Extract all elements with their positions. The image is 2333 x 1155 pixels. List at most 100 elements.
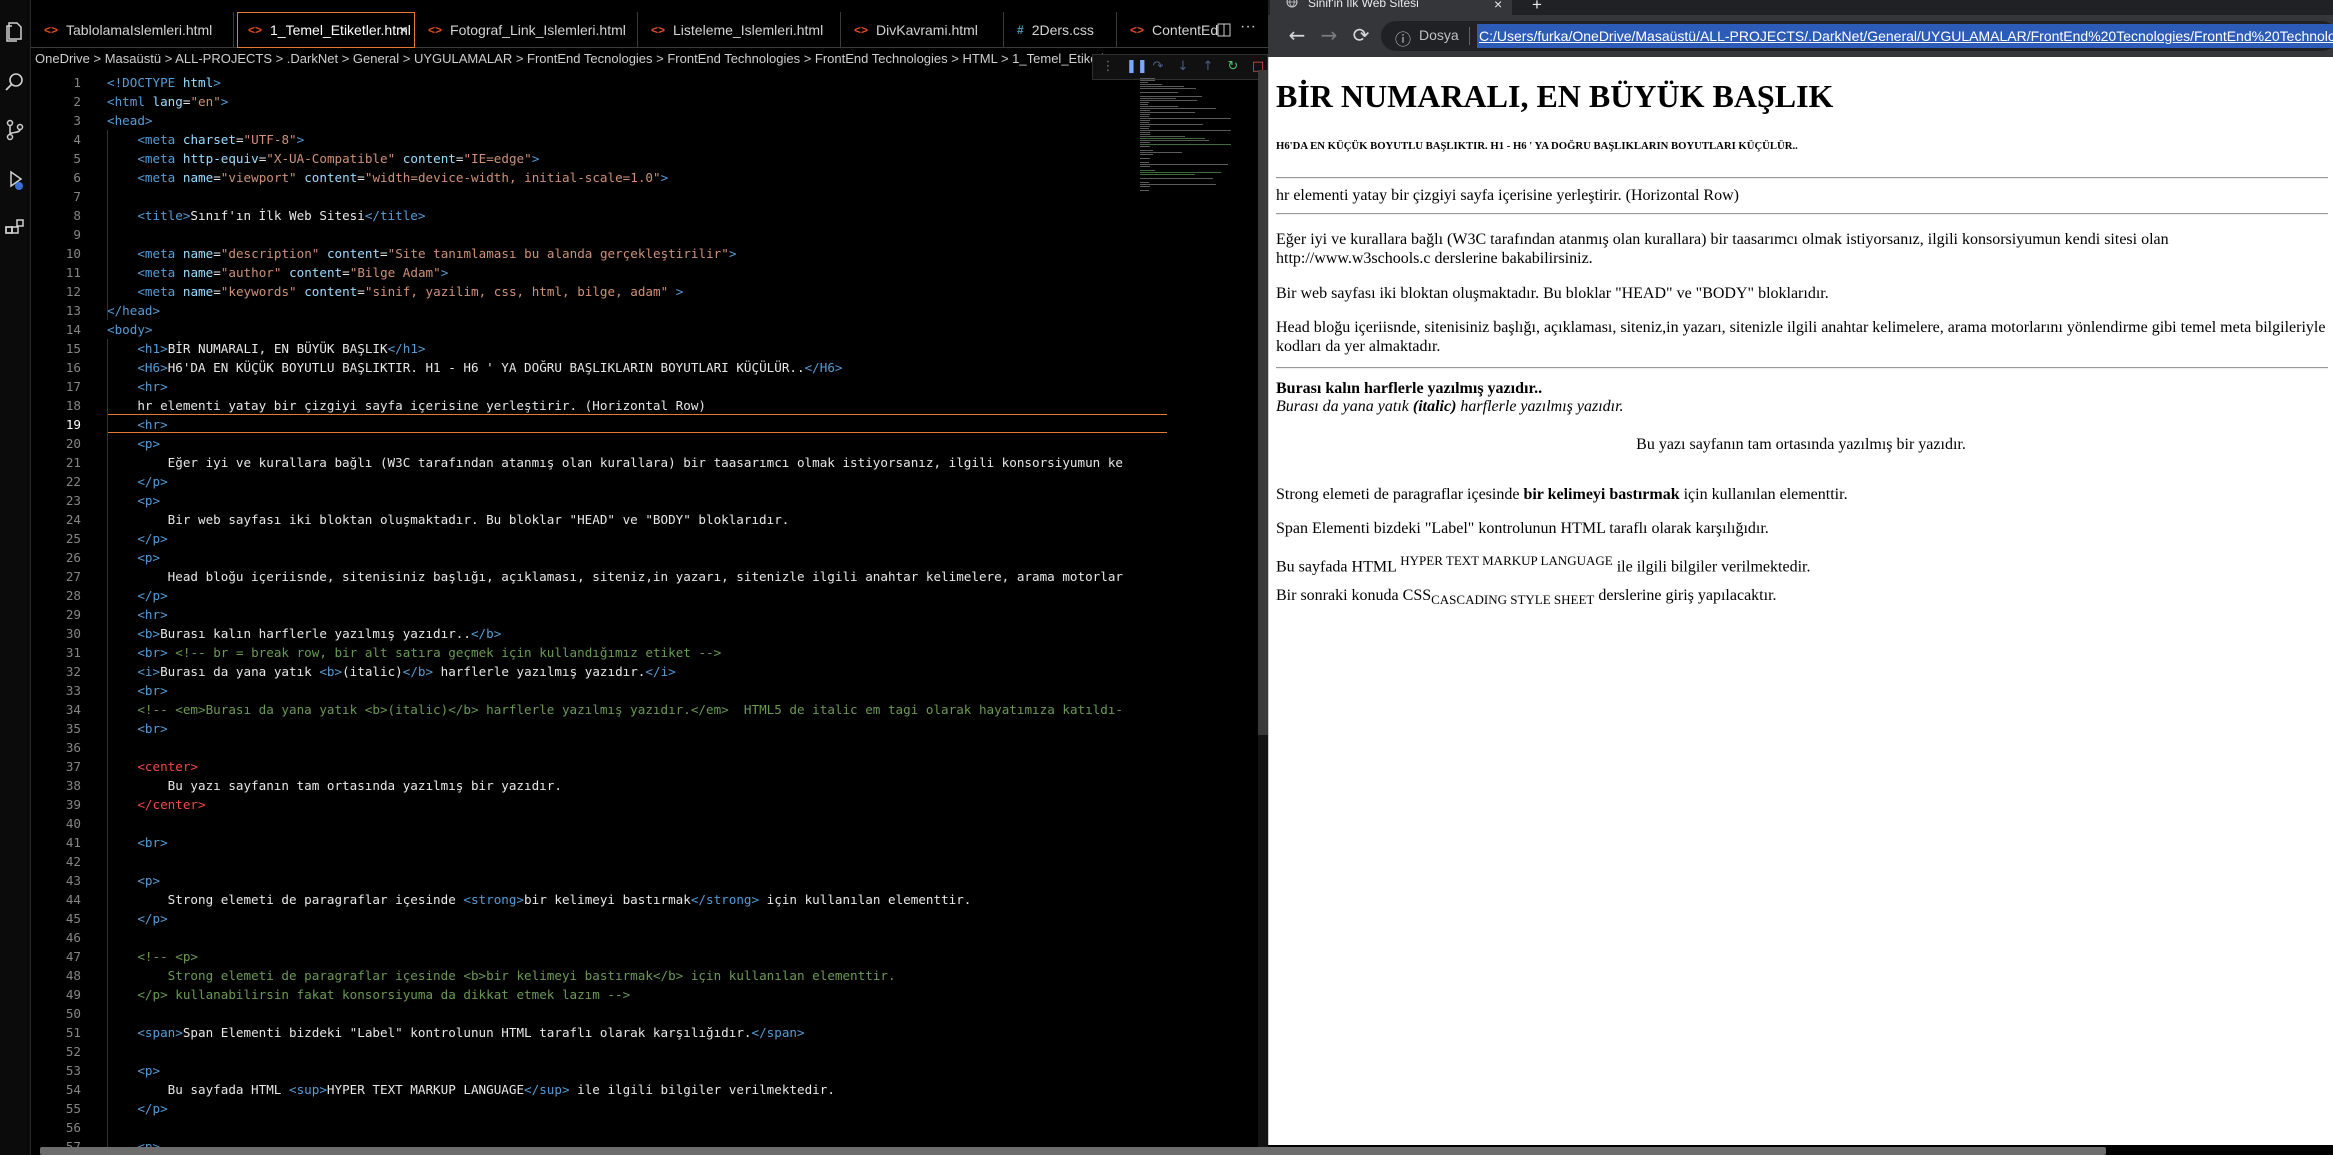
code-line[interactable]: 54 Bu sayfada HTML <sup>HYPER TEXT MARKU… bbox=[31, 1080, 1136, 1099]
code-line[interactable]: 12 <meta name="keywords" content="sinif,… bbox=[31, 282, 1136, 301]
code-text: </center> bbox=[137, 797, 206, 812]
explorer-icon[interactable] bbox=[3, 20, 27, 44]
line-number: 7 bbox=[73, 189, 81, 204]
url-text[interactable]: C:/Users/furka/OneDrive/Masaüstü/ALL-PRO… bbox=[1477, 24, 2333, 48]
code-line[interactable]: 30 <b>Burası kalın harflerle yazılmış ya… bbox=[31, 624, 1136, 643]
browser-tab[interactable]: Sinif'in İlk Web Sitesi bbox=[1270, 0, 1512, 15]
code-line[interactable]: 1 <!DOCTYPE html> bbox=[31, 73, 1136, 92]
code-line[interactable]: 24 Bir web sayfası iki bloktan oluşmakta… bbox=[31, 510, 1136, 529]
code-line[interactable]: 34 <!-- <em>Burası da yana yatık <b>(ita… bbox=[31, 700, 1136, 719]
code-line[interactable]: 6 <meta name="viewport" content="width=d… bbox=[31, 168, 1136, 187]
page-heading-h1: BİR NUMARALI, EN BÜYÜK BAŞLIK bbox=[1276, 78, 1834, 114]
new-tab-button[interactable]: + bbox=[1532, 0, 1542, 15]
code-line[interactable]: 41 <br> bbox=[31, 833, 1136, 852]
code-line[interactable]: 3 <head> bbox=[31, 111, 1136, 130]
strong-paragraph: Strong elemeti de paragraflar içesinde b… bbox=[1276, 485, 2326, 504]
code-line[interactable]: 14 <body> bbox=[31, 320, 1136, 339]
code-line[interactable]: 39 </center> bbox=[31, 795, 1136, 814]
code-editor[interactable]: 1 <!DOCTYPE html> 2 <html lang="en"> 3 <head>… bbox=[31, 70, 1268, 1155]
code-line[interactable]: 4 <meta charset="UTF-8"> bbox=[31, 130, 1136, 149]
tab-fotograf-link-islemleri[interactable]: <> Fotograf_Link_Islemleri.html bbox=[418, 12, 638, 48]
tab-content-ed[interactable]: <> ContentEd bbox=[1120, 12, 1230, 48]
code-line[interactable]: 31 <br> <!-- br = break row, bir alt sat… bbox=[31, 643, 1136, 662]
minimap-line bbox=[1140, 130, 1231, 131]
code-line[interactable]: 42 bbox=[31, 852, 1136, 871]
code-line[interactable]: 55 </p> bbox=[31, 1099, 1136, 1118]
tab-temel-etiketler[interactable]: <> 1_Temel_Etiketler.html × bbox=[237, 12, 415, 48]
code-line[interactable]: 32 <i>Burası da yana yatık <b>(italic)</… bbox=[31, 662, 1136, 681]
code-line[interactable]: 13 </head> bbox=[31, 301, 1136, 320]
breadcrumb[interactable]: OneDrive > Masaüstü > ALL-PROJECTS > .Da… bbox=[31, 48, 1268, 70]
code-line[interactable]: 11 <meta name="author" content="Bilge Ad… bbox=[31, 263, 1136, 282]
code-line[interactable]: 28 </p> bbox=[31, 586, 1136, 605]
code-line[interactable]: 43 <p> bbox=[31, 871, 1136, 890]
code-line[interactable]: 7 bbox=[31, 187, 1136, 206]
code-line[interactable]: 23 <p> bbox=[31, 491, 1136, 510]
info-icon[interactable]: ⓘ bbox=[1395, 26, 1411, 50]
code-line[interactable]: 21 Eğer iyi ve kurallara bağlı (W3C tara… bbox=[31, 453, 1136, 472]
minimap-line bbox=[1140, 164, 1228, 165]
browser-window: Sinif'in İlk Web Sitesi × + ← → ⟳ ⓘ Dosy… bbox=[1268, 0, 2333, 1145]
code-line[interactable]: 49 </p> kullanabilirsin fakat konsorsiyu… bbox=[31, 985, 1136, 1004]
minimap-line bbox=[1140, 96, 1202, 97]
hr-description-text: hr elementi yatay bir çizgiyi sayfa içer… bbox=[1276, 187, 1739, 204]
tab-label: TablolamaIslemleri.html bbox=[66, 22, 213, 38]
horizontal-scrollbar-thumb[interactable] bbox=[40, 1147, 2106, 1155]
code-line[interactable]: 18 hr elementi yatay bir çizgiyi sayfa i… bbox=[31, 396, 1136, 415]
code-line[interactable]: 27 Head bloğu içeriisnde, sitenisiniz ba… bbox=[31, 567, 1136, 586]
close-tab-icon[interactable]: × bbox=[1494, 0, 1502, 12]
code-line[interactable]: 40 bbox=[31, 814, 1136, 833]
code-line[interactable]: 37 <center> bbox=[31, 757, 1136, 776]
code-line[interactable]: 8 <title>Sınıf'ın İlk Web Sitesi</title> bbox=[31, 206, 1136, 225]
code-text: hr elementi yatay bir çizgiyi sayfa içer… bbox=[107, 398, 706, 413]
code-text: <title>Sınıf'ın İlk Web Sitesi</title> bbox=[137, 208, 426, 223]
code-line[interactable]: 48 Strong elemeti de paragraflar içesind… bbox=[31, 966, 1136, 985]
code-line[interactable]: 47 <!-- <p> bbox=[31, 947, 1136, 966]
run-debug-icon[interactable] bbox=[3, 168, 27, 192]
code-line[interactable]: 9 bbox=[31, 225, 1136, 244]
tab-listeleme-islemleri[interactable]: <> Listeleme_Islemleri.html bbox=[641, 12, 841, 48]
code-line[interactable]: 29 <hr> bbox=[31, 605, 1136, 624]
code-line[interactable]: 56 bbox=[31, 1118, 1136, 1137]
code-line[interactable]: 26 <p> bbox=[31, 548, 1136, 567]
code-line[interactable]: 52 bbox=[31, 1042, 1136, 1061]
address-bar[interactable]: ⓘ Dosya C:/Users/furka/OneDrive/Masaüstü… bbox=[1381, 21, 2333, 51]
code-line[interactable]: 22 </p> bbox=[31, 472, 1136, 491]
more-actions-icon[interactable]: ··· bbox=[1240, 18, 1256, 36]
reload-button[interactable]: ⟳ bbox=[1348, 23, 1374, 49]
tab-div-kavrami[interactable]: <> DivKavrami.html bbox=[844, 12, 1004, 48]
code-text: <center> bbox=[137, 759, 199, 774]
code-line[interactable]: 51 <span>Span Elementi bizdeki "Label" k… bbox=[31, 1023, 1136, 1042]
search-icon[interactable] bbox=[3, 70, 27, 94]
code-line[interactable]: 10 <meta name="description" content="Sit… bbox=[31, 244, 1136, 263]
split-editor-icon[interactable] bbox=[1217, 23, 1231, 37]
code-line[interactable]: 16 <H6>H6'DA EN KÜÇÜK BOYUTLU BAŞLIKTIR.… bbox=[31, 358, 1136, 377]
minimap[interactable] bbox=[1140, 78, 1260, 208]
close-icon[interactable]: × bbox=[399, 22, 408, 39]
vertical-scrollbar-thumb[interactable] bbox=[1258, 70, 1268, 735]
code-line[interactable]: 38 Bu yazı sayfanın tam ortasında yazılm… bbox=[31, 776, 1136, 795]
code-line[interactable]: 46 bbox=[31, 928, 1136, 947]
code-line[interactable]: 35 <br> bbox=[31, 719, 1136, 738]
code-line[interactable]: 44 Strong elemeti de paragraflar içesind… bbox=[31, 890, 1136, 909]
extensions-icon[interactable] bbox=[3, 217, 27, 241]
tab-2ders-css[interactable]: #2Ders.css bbox=[1007, 12, 1117, 48]
code-line[interactable]: 17 <hr> bbox=[31, 377, 1136, 396]
code-line[interactable]: 15 <h1>BİR NUMARALI, EN BÜYÜK BAŞLIK</h1… bbox=[31, 339, 1136, 358]
back-button[interactable]: ← bbox=[1284, 23, 1310, 49]
code-line[interactable]: 36 bbox=[31, 738, 1136, 757]
code-line[interactable]: 25 </p> bbox=[31, 529, 1136, 548]
tab-tablolama-islemleri[interactable]: <> TablolamaIslemleri.html bbox=[34, 12, 234, 48]
code-line[interactable]: 20 <p> bbox=[31, 434, 1136, 453]
source-control-icon[interactable] bbox=[3, 118, 27, 142]
code-line[interactable]: 33 <br> bbox=[31, 681, 1136, 700]
code-line[interactable]: 5 <meta http-equiv="X-UA-Compatible" con… bbox=[31, 149, 1136, 168]
code-line[interactable]: 45 </p> bbox=[31, 909, 1136, 928]
line-number: 10 bbox=[65, 246, 81, 261]
code-line[interactable]: 50 bbox=[31, 1004, 1136, 1023]
minimap-line bbox=[1140, 102, 1149, 103]
code-line[interactable]: 2 <html lang="en"> bbox=[31, 92, 1136, 111]
forward-button[interactable]: → bbox=[1316, 23, 1342, 49]
code-line[interactable]: 53 <p> bbox=[31, 1061, 1136, 1080]
line-number: 34 bbox=[65, 702, 81, 717]
